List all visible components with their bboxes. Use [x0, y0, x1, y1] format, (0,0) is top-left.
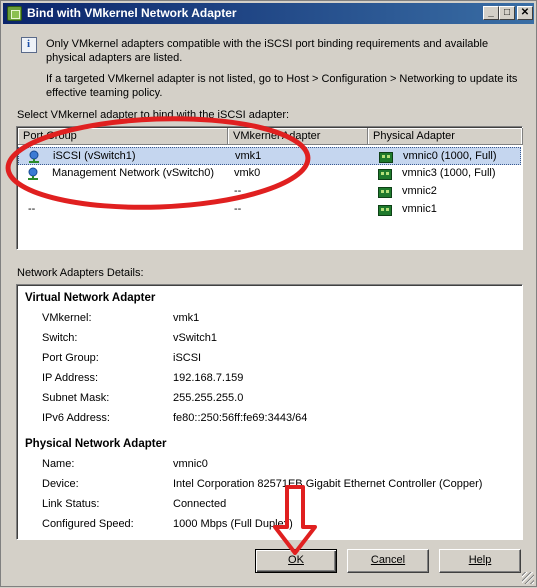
minimize-button[interactable]: _ — [483, 6, 499, 20]
nic-icon — [378, 187, 392, 198]
port-group-icon — [29, 150, 39, 163]
cancel-button[interactable]: Cancel — [347, 549, 429, 573]
adapter-row-vmnic2[interactable]: -- -- vmnic2 — [18, 183, 521, 201]
adapter-row-iscsi[interactable]: iSCSI (vSwitch1) vmk1 vmnic0 (1000, Full… — [18, 147, 521, 165]
dialog-window: Bind with VMkernel Network Adapter _ □ ✕… — [0, 0, 537, 587]
nic-icon — [378, 169, 392, 180]
info-text-not-listed: If a targeted VMkernel adapter is not li… — [46, 73, 518, 99]
detail-value: 1000 Mbps (Full Duplex) — [173, 518, 293, 530]
vmware-app-icon — [7, 6, 22, 21]
nic-icon — [378, 205, 392, 216]
port-group-cell: Management Network (vSwitch0) — [52, 167, 215, 179]
physical-adapter-cell: vmnic1 — [402, 203, 437, 215]
adapter-list-label: Select VMkernel adapter to bind with the… — [17, 109, 290, 121]
info-text-compatible: Only VMkernel adapters compatible with t… — [46, 38, 489, 64]
resize-grip[interactable] — [522, 572, 534, 584]
adapter-row-management[interactable]: Management Network (vSwitch0) vmk0 vmnic… — [18, 165, 521, 183]
detail-value: 192.168.7.159 — [173, 372, 244, 384]
port-group-cell: -- — [28, 203, 36, 215]
ok-button[interactable]: OK — [255, 549, 337, 573]
detail-value: fe80::250:56ff:fe69:3443/64 — [173, 412, 308, 424]
vmkernel-cell: vmk1 — [235, 150, 262, 162]
details-label: Network Adapters Details: — [17, 267, 144, 279]
detail-key: Device: — [42, 478, 79, 490]
detail-key: Link Status: — [42, 498, 100, 510]
column-header-port-group[interactable]: Port Group — [18, 128, 228, 145]
help-button-label: Help — [468, 554, 492, 566]
detail-key: Configured Speed: — [42, 518, 134, 530]
detail-value: Connected — [173, 498, 227, 510]
info-icon — [21, 37, 37, 53]
ok-button-label: OK — [288, 554, 304, 566]
column-header-vmkernel-adapter[interactable]: VMkernel Adapter — [228, 128, 368, 145]
details-panel: Virtual Network Adapter VMkernel: vmk1 S… — [16, 284, 523, 540]
port-group-cell: iSCSI (vSwitch1) — [53, 150, 136, 162]
detail-value: iSCSI — [173, 352, 202, 364]
detail-key: IP Address: — [42, 372, 99, 384]
detail-value: vSwitch1 — [173, 332, 218, 344]
detail-key: Switch: — [42, 332, 78, 344]
detail-key: Name: — [42, 458, 75, 470]
detail-value: vmnic0 — [173, 458, 208, 470]
physical-adapter-title: Physical Network Adapter — [25, 438, 167, 450]
help-button[interactable]: Help — [439, 549, 521, 573]
nic-icon — [379, 152, 393, 163]
detail-value: vmk1 — [173, 312, 200, 324]
port-group-cell: -- — [28, 185, 36, 197]
cancel-button-label: Cancel — [370, 554, 406, 566]
detail-key: IPv6 Address: — [42, 412, 110, 424]
virtual-adapter-title: Virtual Network Adapter — [25, 292, 156, 304]
adapter-row-vmnic1[interactable]: -- -- vmnic1 — [18, 201, 521, 219]
title-bar[interactable]: Bind with VMkernel Network Adapter _ □ ✕ — [3, 3, 534, 24]
detail-key: VMkernel: — [42, 312, 92, 324]
physical-adapter-cell: vmnic2 — [402, 185, 437, 197]
physical-adapter-cell: vmnic0 (1000, Full) — [403, 150, 497, 162]
detail-value: Intel Corporation 82571EB Gigabit Ethern… — [173, 478, 483, 490]
adapter-list-header: Port Group VMkernel Adapter Physical Ada… — [18, 128, 523, 145]
detail-key: Port Group: — [42, 352, 99, 364]
maximize-button[interactable]: □ — [499, 6, 515, 20]
detail-value: 255.255.255.0 — [173, 392, 244, 404]
physical-adapter-cell: vmnic3 (1000, Full) — [402, 167, 496, 179]
window-title: Bind with VMkernel Network Adapter — [27, 6, 237, 20]
adapter-list[interactable]: Port Group VMkernel Adapter Physical Ada… — [16, 126, 523, 250]
vmkernel-cell: -- — [234, 185, 242, 197]
column-header-physical-adapter[interactable]: Physical Adapter — [368, 128, 523, 145]
vmkernel-cell: -- — [234, 203, 242, 215]
port-group-icon — [28, 167, 38, 180]
detail-key: Subnet Mask: — [42, 392, 110, 404]
close-button[interactable]: ✕ — [517, 6, 533, 20]
vmkernel-cell: vmk0 — [234, 167, 261, 179]
